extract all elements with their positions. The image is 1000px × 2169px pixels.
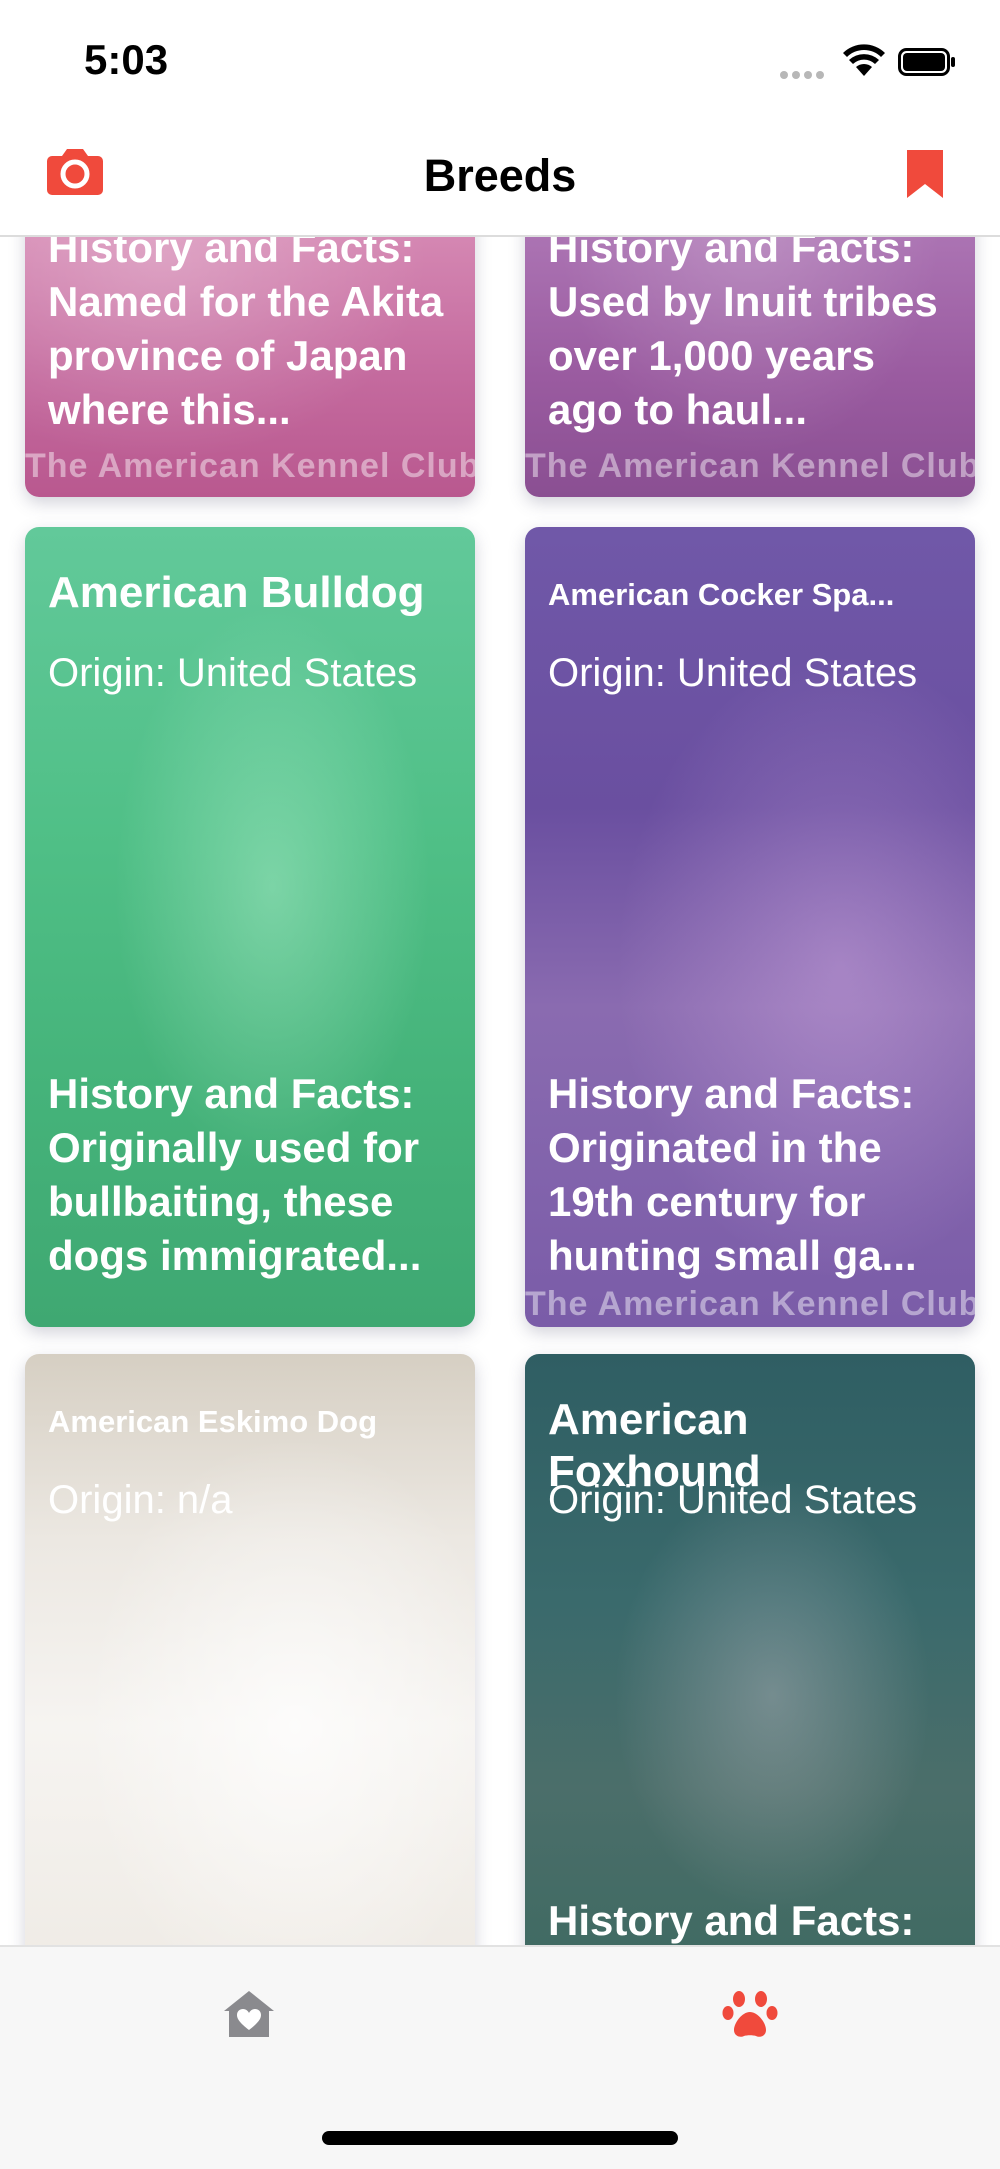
breed-name: American Cocker Spa... xyxy=(548,577,895,612)
breed-card[interactable]: American Cocker Spa... Origin: United St… xyxy=(525,527,975,1327)
breed-card[interactable]: American Foxhound Origin: United States … xyxy=(525,1354,975,1945)
breed-facts: History and Facts: Named for the Akita p… xyxy=(48,237,444,433)
wifi-icon xyxy=(843,44,885,76)
breed-name: American Bulldog xyxy=(48,568,425,617)
watermark: The American Kennel Club xyxy=(25,447,475,485)
home-indicator xyxy=(322,2131,678,2145)
breed-grid[interactable]: History and Facts: Named for the Akita p… xyxy=(0,237,1000,1945)
status-time: 5:03 xyxy=(84,36,169,83)
navigation-bar: Breeds xyxy=(0,120,1000,237)
breed-facts: History and Facts: xyxy=(548,1897,915,1944)
breed-name: American Eskimo Dog xyxy=(48,1404,378,1439)
page-title: Breeds xyxy=(423,150,577,201)
breed-facts: History and Facts: Originally used for b… xyxy=(48,1070,422,1279)
breed-facts: History and Facts: Used by Inuit tribes … xyxy=(548,237,938,433)
breed-origin: Origin: n/a xyxy=(48,1478,233,1522)
signal-icon xyxy=(780,66,830,79)
status-bar: 5:03 xyxy=(0,0,1000,120)
paw-icon[interactable] xyxy=(722,1985,778,2041)
breed-origin: Origin: United States xyxy=(548,1478,918,1522)
breed-origin: Origin: United States xyxy=(548,651,918,695)
breed-origin: Origin: United States xyxy=(48,651,418,695)
battery-icon xyxy=(898,48,955,76)
watermark: The American Kennel Club xyxy=(525,447,975,485)
breed-facts: History and Facts: Originated in the 19t… xyxy=(548,1070,917,1279)
breed-card[interactable]: American Bulldog Origin: United States H… xyxy=(25,527,475,1327)
watermark: The American Kennel Club xyxy=(525,1285,975,1323)
breed-card[interactable]: American Eskimo Dog Origin: n/a xyxy=(25,1354,475,1945)
breed-card[interactable]: History and Facts: Named for the Akita p… xyxy=(25,237,475,497)
breed-card[interactable]: History and Facts: Used by Inuit tribes … xyxy=(525,237,975,497)
home-heart-icon[interactable] xyxy=(222,1989,276,2039)
bookmark-icon[interactable] xyxy=(905,148,945,200)
